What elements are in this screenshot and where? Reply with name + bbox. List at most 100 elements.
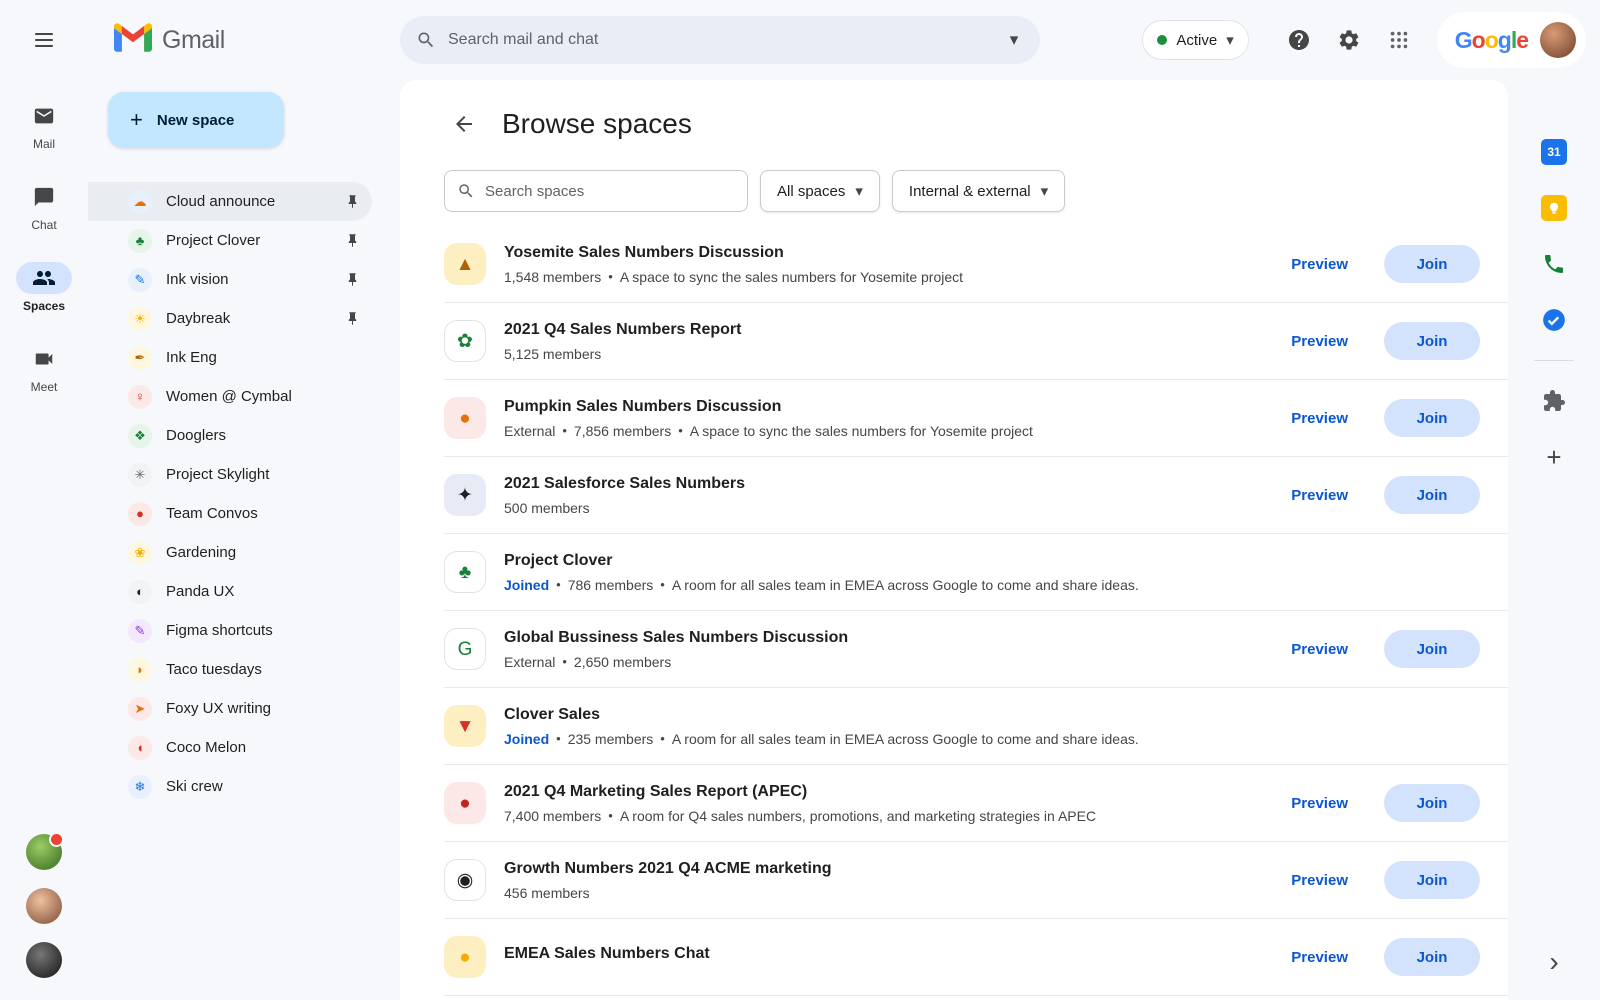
rail-item-chat[interactable]: Chat xyxy=(16,181,72,232)
sidebar-space-item[interactable]: ❖ Dooglers xyxy=(88,416,372,455)
sidebar-space-item[interactable]: ☀ Daybreak xyxy=(88,299,372,338)
join-button[interactable]: Join xyxy=(1384,630,1480,668)
new-space-button[interactable]: + New space xyxy=(108,92,284,148)
space-avatar: ❄ xyxy=(128,775,152,799)
space-meta: External • 2,650 members xyxy=(504,654,1275,670)
sidebar-space-item[interactable]: ✎ Ink vision xyxy=(88,260,372,299)
preview-link[interactable]: Preview xyxy=(1291,487,1348,504)
space-avatar-glyph: ➤ xyxy=(135,702,146,715)
pin-icon xyxy=(345,194,360,209)
sidebar-space-item[interactable]: ☁ Cloud announce xyxy=(88,182,372,221)
sidebar-space-item[interactable]: ✎ Figma shortcuts xyxy=(88,611,372,650)
settings-gear-button[interactable] xyxy=(1327,18,1371,62)
preview-link[interactable]: Preview xyxy=(1291,949,1348,966)
space-avatar-glyph: ☁ xyxy=(134,195,147,208)
sidebar-space-item[interactable]: ✒ Ink Eng xyxy=(88,338,372,377)
search-icon xyxy=(416,30,436,50)
join-button[interactable]: Join xyxy=(1384,322,1480,360)
join-button[interactable]: Join xyxy=(1384,938,1480,976)
keep-icon[interactable] xyxy=(1534,188,1574,228)
help-button[interactable] xyxy=(1277,18,1321,62)
join-button[interactable]: Join xyxy=(1384,399,1480,437)
sidebar-space-item[interactable]: ◖ Coco Melon xyxy=(88,728,372,767)
space-avatar-glyph: ♀ xyxy=(135,390,145,403)
space-avatar: ✿ xyxy=(444,320,486,362)
filter-all-spaces[interactable]: All spaces ▾ xyxy=(760,170,880,212)
plus-icon: + xyxy=(130,109,143,131)
sidebar-space-item[interactable]: ✳ Project Skylight xyxy=(88,455,372,494)
space-title: Growth Numbers 2021 Q4 ACME marketing xyxy=(504,860,1275,878)
join-button[interactable]: Join xyxy=(1384,861,1480,899)
space-list-item: G Global Bussiness Sales Numbers Discuss… xyxy=(444,611,1508,688)
calendar-icon[interactable]: 31 xyxy=(1534,132,1574,172)
preview-link[interactable]: Preview xyxy=(1291,256,1348,273)
preview-link[interactable]: Preview xyxy=(1291,333,1348,350)
sidebar-space-item[interactable]: ♣ Project Clover xyxy=(88,221,372,260)
space-description: A room for all sales team in EMEA across… xyxy=(672,731,1139,747)
search-spaces-field[interactable] xyxy=(444,170,748,212)
spaces-sidebar: + New space ☁ Cloud announce ♣ Project C… xyxy=(88,80,400,1000)
mail-icon xyxy=(16,100,72,132)
account-avatar[interactable] xyxy=(1540,22,1576,58)
space-list-item: ◉ Growth Numbers 2021 Q4 ACME marketing … xyxy=(444,842,1508,919)
spaces-result-list: ▲ Yosemite Sales Numbers Discussion 1,54… xyxy=(444,226,1508,996)
top-header: Gmail ▾ Active ▾ Google xyxy=(0,0,1600,80)
get-addons-plus-icon[interactable]: + xyxy=(1534,437,1574,477)
join-button[interactable]: Join xyxy=(1384,245,1480,283)
tasks-icon[interactable] xyxy=(1534,300,1574,340)
back-arrow-button[interactable] xyxy=(444,104,484,144)
sidebar-space-item[interactable]: ❀ Gardening xyxy=(88,533,372,572)
space-avatar-glyph: ● xyxy=(459,794,470,813)
space-avatar: ☀ xyxy=(128,307,152,331)
rail-item-mail[interactable]: Mail xyxy=(16,100,72,151)
space-avatar-glyph: ❄ xyxy=(135,780,146,793)
space-meta: Joined • 235 members • A room for all sa… xyxy=(504,731,1480,747)
addons-puzzle-icon[interactable] xyxy=(1534,381,1574,421)
space-avatar-glyph: ♣ xyxy=(459,563,471,582)
space-avatar-glyph: ❖ xyxy=(134,429,146,442)
space-avatar-glyph: ✿ xyxy=(457,332,473,351)
voice-phone-icon[interactable] xyxy=(1534,244,1574,284)
space-avatar: ● xyxy=(444,397,486,439)
preview-link[interactable]: Preview xyxy=(1291,410,1348,427)
search-spaces-input[interactable] xyxy=(485,183,735,200)
preview-link[interactable]: Preview xyxy=(1291,872,1348,889)
hamburger-menu-icon[interactable] xyxy=(22,18,66,62)
sidebar-space-item[interactable]: ● Team Convos xyxy=(88,494,372,533)
sidebar-space-item[interactable]: ◗ Taco tuesdays xyxy=(88,650,372,689)
space-avatar-glyph: ▲ xyxy=(456,255,475,274)
google-wordmark: Google xyxy=(1455,27,1528,54)
global-search-bar[interactable]: ▾ xyxy=(400,16,1040,64)
dm-avatar[interactable] xyxy=(26,888,62,924)
space-avatar-glyph: ✎ xyxy=(135,624,146,637)
search-input[interactable] xyxy=(448,31,994,49)
sidebar-space-name: Figma shortcuts xyxy=(166,622,360,639)
search-options-caret-icon[interactable]: ▾ xyxy=(994,20,1034,60)
preview-link[interactable]: Preview xyxy=(1291,795,1348,812)
expand-panel-chevron-icon[interactable]: › xyxy=(1534,942,1574,982)
preview-link[interactable]: Preview xyxy=(1291,641,1348,658)
space-meta: 5,125 members xyxy=(504,346,1275,362)
sidebar-space-name: Cloud announce xyxy=(166,193,331,210)
rail-item-spaces[interactable]: Spaces xyxy=(16,262,72,313)
sidebar-space-name: Ski crew xyxy=(166,778,360,795)
rail-item-meet[interactable]: Meet xyxy=(16,343,72,394)
pin-icon xyxy=(345,272,360,287)
status-selector[interactable]: Active ▾ xyxy=(1142,20,1248,60)
filter-internal-external[interactable]: Internal & external ▾ xyxy=(892,170,1065,212)
space-list-item: ▼ Clover Sales Joined • 235 members • A … xyxy=(444,688,1508,765)
dm-avatar[interactable] xyxy=(26,942,62,978)
meet-icon xyxy=(16,343,72,375)
join-button[interactable]: Join xyxy=(1384,784,1480,822)
sidebar-space-item[interactable]: ◐ Panda UX xyxy=(88,572,372,611)
space-avatar-glyph: G xyxy=(458,640,473,659)
sidebar-space-item[interactable]: ➤ Foxy UX writing xyxy=(88,689,372,728)
space-avatar-glyph: ✳ xyxy=(135,468,146,481)
dm-avatar[interactable] xyxy=(26,834,62,870)
space-list-item: ▲ Yosemite Sales Numbers Discussion 1,54… xyxy=(444,226,1508,303)
google-apps-grid-button[interactable] xyxy=(1377,18,1421,62)
sidebar-space-item[interactable]: ❄ Ski crew xyxy=(88,767,372,806)
sidebar-space-item[interactable]: ♀ Women @ Cymbal xyxy=(88,377,372,416)
join-button[interactable]: Join xyxy=(1384,476,1480,514)
member-count: 500 members xyxy=(504,500,590,516)
